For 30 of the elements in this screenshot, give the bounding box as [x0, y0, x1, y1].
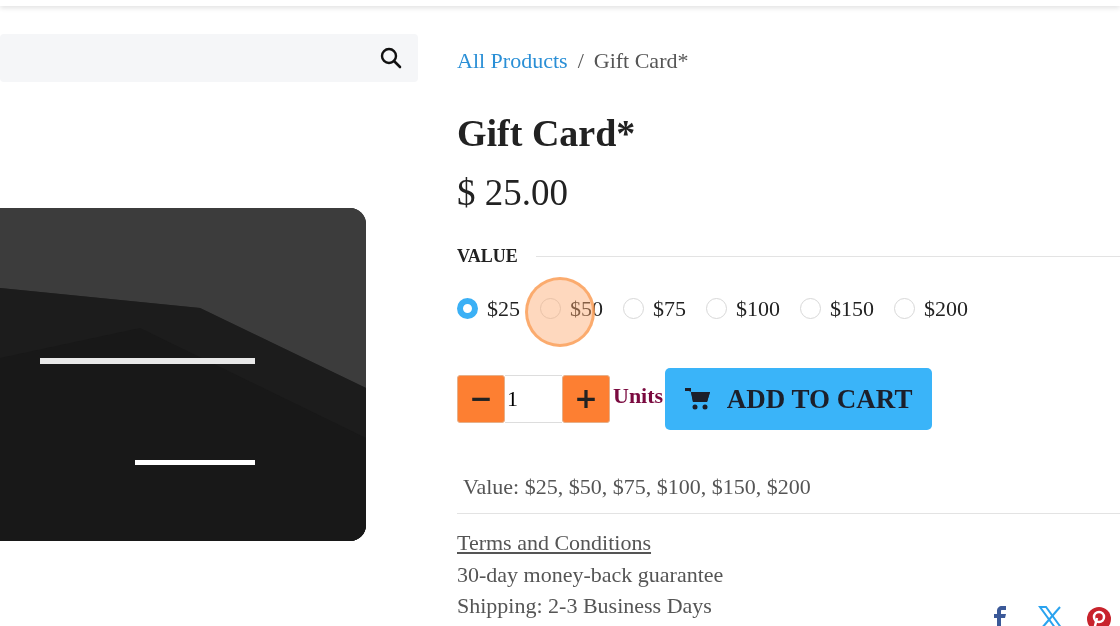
value-option[interactable]: $150 [800, 292, 874, 325]
increase-button[interactable]: + [562, 375, 610, 423]
value-summary: Value: $25, $50, $75, $100, $150, $200 [463, 473, 812, 501]
units-label: Units [613, 382, 664, 410]
terms-link[interactable]: Terms and Conditions [457, 526, 651, 559]
breadcrumb-current: Gift Card* [593, 47, 689, 75]
cart-icon [684, 388, 711, 410]
product-price: $ 25.00 [457, 170, 569, 215]
quantity-field[interactable]: 1 [505, 375, 562, 423]
value-option[interactable]: $25 [457, 292, 520, 325]
pinterest-icon[interactable] [1086, 606, 1112, 626]
x-icon[interactable] [1038, 606, 1064, 626]
add-to-cart-button[interactable]: ADD TO CART [665, 368, 933, 430]
radio-button[interactable] [800, 298, 821, 319]
search-field[interactable] [0, 34, 418, 82]
radio-button[interactable] [706, 298, 727, 319]
info-text: 30-day money-back guarantee [457, 561, 724, 589]
radio-button[interactable] [894, 298, 915, 319]
breadcrumb-link[interactable]: All Products [457, 44, 568, 77]
breadcrumb-separator: / [577, 47, 584, 75]
value-option[interactable]: $75 [623, 292, 686, 325]
info-text: Shipping: 2-3 Business Days [457, 592, 712, 620]
search-icon [380, 47, 402, 69]
attribute-label: VALUE [457, 245, 518, 268]
decrease-button[interactable]: − [457, 375, 505, 423]
value-option[interactable]: $200 [894, 292, 968, 325]
radio-button[interactable] [457, 298, 478, 319]
radio-button[interactable] [623, 298, 644, 319]
value-option[interactable]: $100 [706, 292, 780, 325]
product-title: Gift Card* [457, 111, 637, 156]
